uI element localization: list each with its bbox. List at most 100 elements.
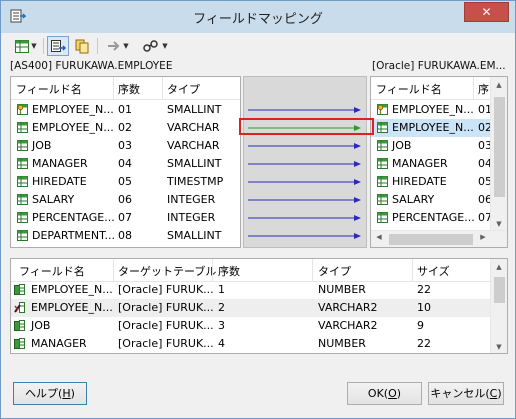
scroll-down-icon[interactable]: ▼ xyxy=(491,220,507,228)
field-icon xyxy=(17,230,28,241)
source-field-row[interactable]: PERCENTAGE... 07 INTEGER xyxy=(11,209,240,227)
scroll-up-icon[interactable]: ▲ xyxy=(491,263,507,271)
window-title: フィールドマッピング xyxy=(193,12,323,27)
source-field-row[interactable]: MANAGER 04 SMALLINT xyxy=(11,155,240,173)
field-icon xyxy=(377,194,388,205)
field-ordinal: 04 xyxy=(118,157,132,170)
column-header-type[interactable]: タイプ xyxy=(167,81,200,97)
cancel-button[interactable]: キャンセル(C) xyxy=(428,382,504,405)
title-bar[interactable]: フィールドマッピング ✕ xyxy=(1,1,515,33)
column-header-ordinal[interactable]: 序数 xyxy=(218,263,240,279)
field-icon xyxy=(377,212,388,223)
field-icon xyxy=(17,176,28,187)
field-name: HIREDATE xyxy=(32,175,87,188)
source-field-row[interactable]: EMPLOYEE_N... 02 VARCHAR xyxy=(11,119,240,137)
grid-view-button[interactable]: ▼ xyxy=(11,36,41,56)
column-divider xyxy=(113,77,114,99)
target-field-row[interactable]: JOB 03 xyxy=(371,137,492,155)
arrow-right-button[interactable]: ▼ xyxy=(103,36,133,56)
column-header-target-table[interactable]: ターゲットテーブル xyxy=(118,263,216,279)
column-header-field-name[interactable]: フィールド名 xyxy=(16,81,82,97)
toolbar-divider xyxy=(43,38,44,54)
column-header-ordinal[interactable]: 序数 xyxy=(118,81,140,97)
field-name: EMPLOYEE_N... xyxy=(392,121,474,134)
toolbar: ▼ ▼ ▼ xyxy=(9,35,507,57)
scroll-left-icon[interactable]: ◀ xyxy=(371,233,387,241)
column-header-field-name[interactable]: フィールド名 xyxy=(19,263,85,279)
field-type: SMALLINT xyxy=(167,229,222,242)
arrowhead xyxy=(354,179,361,185)
auto-map-button[interactable] xyxy=(47,36,69,56)
field-type: VARCHAR2 xyxy=(318,319,378,332)
source-field-list[interactable]: フィールド名 序数 タイプ EMPLOYEE_N... 01 SMALLINT EMP… xyxy=(10,76,241,248)
mapped-fields-table[interactable]: フィールド名 ターゲットテーブル 序数 タイプ サイズ EMPLOYEE_N..… xyxy=(10,258,508,354)
arrowhead xyxy=(354,197,361,203)
source-field-row[interactable]: DEPARTMENT... 08 SMALLINT xyxy=(11,227,240,245)
target-horizontal-scrollbar[interactable]: ◀ ▶ xyxy=(371,230,507,247)
field-type: SMALLINT xyxy=(167,103,222,116)
field-type: VARCHAR2 xyxy=(318,301,378,314)
mapped-field-row[interactable]: EMPLOYEE_N... [Oracle] FURUK... 1 NUMBER 22 xyxy=(11,281,490,299)
mapped-vertical-scrollbar[interactable]: ▲ ▼ xyxy=(490,259,507,353)
field-type: NUMBER xyxy=(318,337,366,350)
arrow-right-icon xyxy=(108,41,120,51)
scroll-up-icon[interactable]: ▲ xyxy=(491,81,507,89)
field-ordinal: 03 xyxy=(118,139,132,152)
field-type: VARCHAR xyxy=(167,121,220,134)
field-type: NUMBER xyxy=(318,283,366,296)
ok-label: OK( xyxy=(367,387,389,400)
source-field-row[interactable]: HIREDATE 05 TIMESTMP xyxy=(11,173,240,191)
target-vertical-scrollbar[interactable]: ▲ ▼ xyxy=(490,77,507,230)
close-button[interactable]: ✕ xyxy=(464,2,509,22)
column-header-field-name[interactable]: フィールド名 xyxy=(376,81,442,97)
field-ordinal: 3 xyxy=(218,319,225,332)
mapped-field-icon xyxy=(14,338,25,349)
field-icon xyxy=(377,158,388,169)
source-field-row[interactable]: EMPLOYEE_N... 01 SMALLINT xyxy=(11,101,240,119)
toolbar-divider xyxy=(97,38,98,54)
column-divider xyxy=(312,259,313,281)
column-header-ordinal[interactable]: 序 xyxy=(478,81,489,97)
field-name: JOB xyxy=(31,319,51,332)
help-label: ヘルプ( xyxy=(25,387,63,400)
column-header-size[interactable]: サイズ xyxy=(417,263,450,279)
mapped-field-row[interactable]: MANAGER [Oracle] FURUK... 4 NUMBER 22 xyxy=(11,335,490,353)
arrowhead xyxy=(354,143,361,149)
column-header-type[interactable]: タイプ xyxy=(318,263,351,279)
field-ordinal: 07 xyxy=(118,211,132,224)
target-field-row[interactable]: EMPLOYEE_N... 02 xyxy=(371,119,492,137)
target-field-list[interactable]: フィールド名 序 EMPLOYEE_N... 01 EMPLOYEE_N... 02 J… xyxy=(370,76,508,248)
mapping-lines-area[interactable] xyxy=(243,76,367,248)
target-field-row[interactable]: PERCENTAGE... 07 xyxy=(371,209,492,227)
scroll-thumb[interactable] xyxy=(389,234,473,245)
field-size: 22 xyxy=(417,283,431,296)
arrowhead xyxy=(354,107,361,113)
copy-mapping-button[interactable] xyxy=(71,36,93,56)
mapped-field-row[interactable]: EMPLOYEE_N... [Oracle] FURUK... 2 VARCHAR2 1… xyxy=(11,299,490,317)
target-field-row[interactable]: MANAGER 04 xyxy=(371,155,492,173)
scroll-thumb[interactable] xyxy=(494,277,505,303)
help-button[interactable]: ヘルプ(H) xyxy=(13,382,87,405)
ok-button[interactable]: OK(O) xyxy=(347,382,422,405)
scroll-thumb[interactable] xyxy=(494,97,505,197)
field-size: 10 xyxy=(417,301,431,314)
cancel-label: キャンセル( xyxy=(430,387,490,400)
mapped-field-row[interactable]: JOB [Oracle] FURUK... 3 VARCHAR2 9 xyxy=(11,317,490,335)
scroll-down-icon[interactable]: ▼ xyxy=(491,343,507,351)
target-field-row[interactable]: SALARY 06 xyxy=(371,191,492,209)
source-table-label: [AS400] FURUKAWA.EMPLOYEE xyxy=(10,60,173,72)
source-field-row[interactable]: SALARY 06 INTEGER xyxy=(11,191,240,209)
scroll-right-icon[interactable]: ▶ xyxy=(475,233,491,241)
column-divider xyxy=(473,77,474,99)
target-field-row[interactable]: HIREDATE 05 xyxy=(371,173,492,191)
mapped-table-header: フィールド名 ターゲットテーブル 序数 タイプ サイズ xyxy=(11,259,507,282)
tools-button[interactable]: ▼ xyxy=(137,36,173,56)
mapped-field-icon xyxy=(14,320,25,331)
source-field-row[interactable]: JOB 03 VARCHAR xyxy=(11,137,240,155)
field-name: EMPLOYEE_N... xyxy=(31,301,113,314)
field-type: VARCHAR xyxy=(167,139,220,152)
target-field-row[interactable]: EMPLOYEE_N... 01 xyxy=(371,101,492,119)
arrowhead xyxy=(354,161,361,167)
field-icon xyxy=(377,122,388,133)
field-type: INTEGER xyxy=(167,211,216,224)
